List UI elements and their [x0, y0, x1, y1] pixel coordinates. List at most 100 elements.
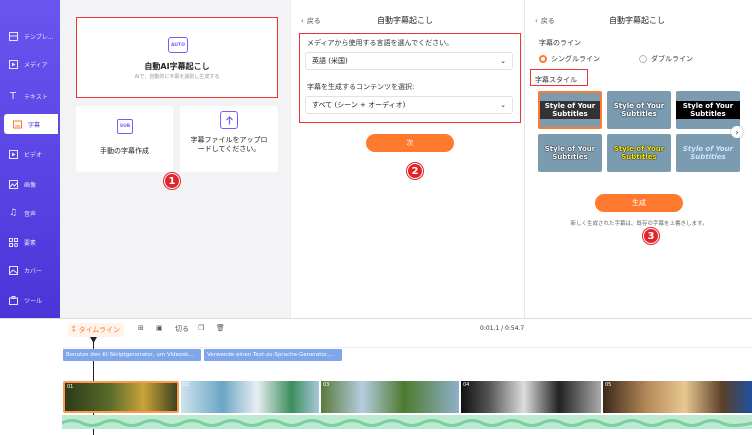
auto-subtitle-settings-panel: ‹ 戻る 自動字幕起こし メディアから使用する言語を選んでください。 英語 (米国… [290, 0, 524, 318]
step-badge-3: 3 [643, 228, 659, 244]
duplicate-icon[interactable]: ❐ [198, 324, 204, 332]
sidebar-item-templates[interactable]: テンプレ... [0, 26, 60, 46]
clip-number: 02 [183, 382, 190, 388]
sub-icon: SUB [117, 119, 133, 134]
caption-icon[interactable]: ▣ [156, 324, 163, 332]
audio-waveform [61, 419, 752, 427]
video-clip-2[interactable]: 02 [181, 381, 319, 413]
next-button[interactable]: 次 [366, 134, 454, 152]
auto-subtitle-card[interactable]: AUTO 自動AI字幕起こし AIで、自動的に字幕を識別し生成する [76, 17, 278, 97]
sidebar-item-label: テキスト [24, 93, 48, 101]
sub-badge-text: SUB [119, 124, 131, 129]
sidebar-item-label: 画像 [24, 181, 37, 189]
sidebar-item-video[interactable]: ビデオ [0, 144, 60, 164]
chevron-left-icon: ‹ [301, 17, 304, 25]
auto-subtitle-title: 自動AI字幕起こし [144, 62, 210, 71]
text-icon: T [9, 90, 17, 102]
double-line-label: ダブルライン [651, 55, 693, 63]
style-tile-4[interactable]: Style of Your Subtitles [538, 134, 602, 172]
sidebar-item-image[interactable]: 画像 [0, 174, 60, 194]
timeline-icon: ⁑ [72, 326, 76, 334]
overwrite-note: 新しく生成された字幕は、既存の字幕を上書きします。 [570, 221, 708, 227]
clip-number: 03 [323, 382, 330, 388]
chevron-left-icon: ‹ [535, 17, 538, 25]
subtitle-icon [12, 119, 22, 129]
style-label: 字幕スタイル [535, 76, 577, 84]
style-tile-2[interactable]: Style of Your Subtitles [607, 91, 671, 129]
style-tile-1[interactable]: Style of Your Subtitles [538, 91, 602, 129]
sidebar: テンプレ... メディア T テキスト 字幕 ビデオ 画像 ♫ 音声 要素 カバ… [0, 0, 60, 318]
manual-subtitle-card[interactable]: SUB 手動の字幕作成 [76, 106, 173, 172]
sidebar-item-cover[interactable]: カバー [0, 260, 60, 280]
back-label: 戻る [540, 17, 555, 25]
video-clip-1[interactable]: 01 [63, 381, 179, 413]
style-tile-text: Style of Your Subtitles [676, 101, 740, 119]
media-icon [8, 59, 18, 69]
sidebar-item-media[interactable]: メディア [0, 54, 60, 74]
radio-selected-icon[interactable] [539, 55, 547, 63]
sidebar-item-elements[interactable]: 要素 [0, 232, 60, 252]
back-button[interactable]: ‹ 戻る [535, 16, 555, 26]
single-line-label: シングルライン [551, 55, 600, 63]
content-value: すべて (シーン + オーディオ) [312, 101, 406, 109]
sidebar-item-tools[interactable]: ツール [0, 290, 60, 310]
upload-subtitle-title: 字幕ファイルをアップロードしてください。 [190, 136, 268, 153]
step-badge-1: 1 [164, 173, 180, 189]
time-ruler [62, 338, 752, 348]
style-tile-text: Style of Your Subtitles [544, 145, 596, 161]
style-tile-text: Style of Your Subtitles [613, 145, 665, 161]
style-tile-text: Style of Your Subtitles [540, 101, 600, 119]
step-badge-2: 2 [407, 163, 423, 179]
single-line-option[interactable]: シングルライン [539, 54, 600, 64]
chevron-right-icon[interactable]: › [731, 126, 743, 138]
sidebar-item-label: カバー [24, 267, 43, 275]
subtitle-clip-1[interactable]: Benutze den KI-Skriptgenerator, um Video… [63, 349, 201, 361]
video-clip-4[interactable]: 04 [461, 381, 601, 413]
sidebar-item-label: 要素 [24, 239, 37, 247]
style-tile-5[interactable]: Style of Your Subtitles [607, 134, 671, 172]
timeline-panel: ⁑ タイムライン ⊞ ▣ 切る ❐ 🗑 0:01.1 / 0:54.7 Benut… [0, 318, 752, 435]
auto-icon: AUTO [168, 37, 188, 53]
content-select[interactable]: すべて (シーン + オーディオ) ⌄ [305, 96, 513, 114]
panel-title: 自動字幕起こし [609, 16, 665, 25]
sidebar-item-audio[interactable]: ♫ 音声 [0, 203, 60, 223]
split-button[interactable]: 切る [175, 324, 189, 334]
clip-number: 04 [463, 382, 470, 388]
sidebar-item-label: ツール [24, 297, 43, 305]
sidebar-item-text[interactable]: T テキスト [0, 86, 60, 106]
video-clip-5[interactable]: 05 [603, 381, 752, 413]
chevron-down-icon: ⌄ [500, 57, 506, 65]
style-tile-3[interactable]: Style of Your Subtitles [676, 91, 740, 129]
radio-empty-icon[interactable] [639, 55, 647, 63]
audio-track[interactable] [61, 415, 752, 429]
sidebar-item-label: メディア [24, 61, 48, 69]
timeline-tab-label: タイムライン [78, 326, 121, 334]
delete-icon[interactable]: 🗑 [216, 324, 225, 332]
back-button[interactable]: ‹ 戻る [301, 16, 321, 26]
time-display: 0:01.1 / 0:54.7 [480, 325, 525, 332]
subtitle-clip-2[interactable]: Verwende einen Text-zu-Sprache-Generator… [204, 349, 342, 361]
video-icon [8, 149, 18, 159]
sidebar-item-label: ビデオ [24, 151, 43, 159]
style-tile-6[interactable]: Style of Your Subtitles [676, 134, 740, 172]
audio-icon: ♫ [8, 208, 18, 218]
add-icon[interactable]: ⊞ [138, 324, 144, 332]
sidebar-item-label: 音声 [24, 210, 37, 218]
language-select[interactable]: 英語 (米国) ⌄ [305, 52, 513, 70]
upload-icon [220, 111, 238, 129]
upload-subtitle-card[interactable]: 字幕ファイルをアップロードしてください。 [180, 106, 278, 172]
style-tile-text: Style of Your Subtitles [682, 145, 734, 161]
chevron-down-icon: ⌄ [500, 101, 506, 109]
sidebar-item-subtitles[interactable]: 字幕 [4, 114, 58, 134]
sidebar-item-label: テンプレ... [24, 33, 54, 41]
language-value: 英語 (米国) [312, 57, 348, 65]
generate-button[interactable]: 生成 [595, 194, 683, 212]
manual-subtitle-title: 手動の字幕作成 [100, 147, 149, 155]
timeline-tab[interactable]: ⁑ タイムライン [68, 323, 125, 337]
sidebar-item-label: 字幕 [28, 121, 41, 129]
subtitle-options-panel: AUTO 自動AI字幕起こし AIで、自動的に字幕を識別し生成する SUB 手動… [60, 0, 290, 318]
double-line-option[interactable]: ダブルライン [639, 54, 693, 64]
clip-number: 05 [605, 382, 612, 388]
video-clip-3[interactable]: 03 [321, 381, 459, 413]
back-label: 戻る [306, 17, 321, 25]
